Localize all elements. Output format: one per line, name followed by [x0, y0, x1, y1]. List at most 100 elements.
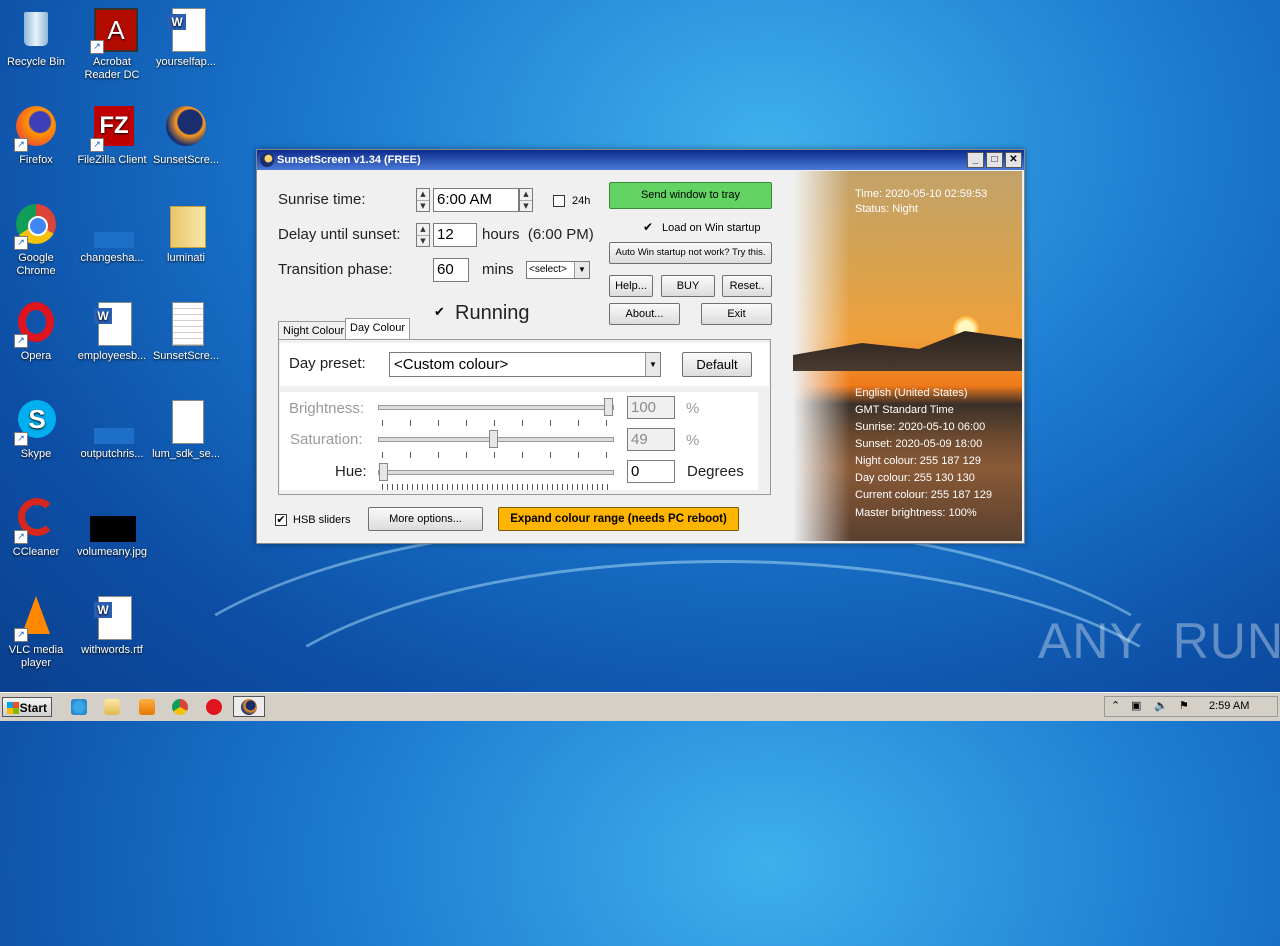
blank-file-icon [90, 400, 134, 444]
image-file-icon [90, 498, 136, 542]
opera-icon[interactable] [206, 699, 222, 715]
desktop-icon-recycle-bin[interactable]: Recycle Bin [0, 8, 74, 69]
desktop-icon-label: volumeany.jpg [76, 546, 148, 558]
desktop-icon-opera[interactable]: ↗ Opera [0, 302, 74, 363]
desktop-icon-sunsetscreen-file[interactable]: SunsetScre... [148, 302, 224, 363]
about-button[interactable]: About... [609, 303, 680, 325]
desktop-icon-outputchris[interactable]: outputchris... [74, 400, 150, 461]
running-label: Running [455, 302, 530, 324]
delay-hours-field[interactable]: 12 [433, 223, 477, 247]
expand-colour-range-button[interactable]: Expand colour range (needs PC reboot) [498, 507, 739, 531]
desktop-icon-label: lum_sdk_se... [152, 448, 220, 460]
blank-file-icon [90, 204, 134, 248]
desktop-icon-firefox[interactable]: ↗ Firefox [0, 106, 74, 167]
desktop-icon-changesha[interactable]: changesha... [74, 204, 150, 265]
saturation-slider-thumb[interactable] [489, 430, 498, 448]
day-preset-label: Day preset: [289, 355, 366, 372]
desktop-icon-skype[interactable]: S ↗ Skype [0, 400, 74, 461]
hue-value-field[interactable]: 0 [627, 460, 675, 483]
reset-button[interactable]: Reset.. [722, 275, 772, 297]
sunrise-hour-spinner[interactable]: ▲ ▼ [416, 188, 430, 212]
desktop-icon-filezilla[interactable]: FZ ↗ FileZilla Client [74, 106, 150, 167]
desktop-icon-chrome[interactable]: ↗ Google Chrome [0, 204, 74, 278]
desktop-icon-luminati[interactable]: luminati [148, 204, 224, 265]
ie-icon[interactable] [71, 699, 87, 715]
hue-label: Hue: [335, 463, 367, 480]
saturation-value-field[interactable]: 49 [627, 428, 675, 451]
text-file-icon [164, 302, 208, 346]
auto-startup-button[interactable]: Auto Win startup not work? Try this. [609, 242, 772, 264]
desktop-icon-label: Google Chrome [16, 252, 56, 277]
sunsetscreen-icon [260, 153, 274, 167]
buy-button[interactable]: BUY [661, 275, 715, 297]
volume-icon[interactable]: 🔈 [1154, 699, 1168, 712]
day-preset-select[interactable]: <Custom colour> ▼ [389, 352, 661, 377]
desktop-icon-word-doc[interactable]: W yourselfap... [148, 8, 224, 69]
media-player-icon[interactable] [139, 699, 155, 715]
desktop-icon-ccleaner[interactable]: ↗ CCleaner [0, 498, 74, 559]
chrome-icon[interactable] [172, 699, 188, 715]
more-options-button[interactable]: More options... [368, 507, 483, 531]
exit-button[interactable]: Exit [701, 303, 772, 325]
sunset-image-panel: Time: 2020-05-10 02:59:53 Status: Night … [793, 171, 1022, 541]
desktop-icon-withwords[interactable]: W withwords.rtf [74, 596, 150, 657]
firefox-icon: ↗ [14, 106, 58, 152]
desktop-icon-volumeany[interactable]: volumeany.jpg [74, 498, 150, 559]
24h-checkbox[interactable] [553, 195, 565, 207]
send-to-tray-button[interactable]: Send window to tray [609, 182, 772, 209]
help-button[interactable]: Help... [609, 275, 653, 297]
clock[interactable]: 2:59 AM [1209, 700, 1249, 712]
anyrun-watermark: ANY RUN [1038, 613, 1280, 669]
sunrise-time-field[interactable]: 6:00 AM [433, 188, 519, 212]
brightness-slider-track[interactable] [378, 405, 614, 410]
hsb-sliders-checkbox[interactable]: ✔ [275, 514, 287, 526]
tray-expand-icon[interactable]: ⌃ [1111, 699, 1120, 712]
explorer-icon[interactable] [104, 699, 120, 715]
start-button[interactable]: Start [2, 697, 52, 717]
word-doc-icon: W [90, 302, 134, 346]
info-timezone: GMT Standard Time [855, 404, 954, 416]
desktop-icon-acrobat[interactable]: A ↗ Acrobat Reader DC [74, 8, 150, 82]
sunrise-minute-spinner[interactable]: ▲ ▼ [519, 188, 533, 212]
desktop-icon-label: employeesb... [77, 350, 147, 362]
window-controls: _ □ ✕ [967, 152, 1022, 168]
brightness-ticks [382, 420, 608, 426]
desktop-icon-label: SunsetScre... [152, 154, 220, 166]
tab-night-colour[interactable]: Night Colour [278, 321, 350, 339]
window-title: SunsetScreen v1.34 (FREE) [277, 154, 421, 166]
desktop-icon-label: Recycle Bin [6, 56, 66, 68]
running-checkmark-icon[interactable]: ✔ [434, 304, 445, 320]
delay-spinner[interactable]: ▲ ▼ [416, 223, 430, 247]
transition-select[interactable]: <select> ▼ [526, 261, 590, 279]
tab-day-colour[interactable]: Day Colour [345, 318, 411, 339]
info-day-colour: Day colour: 255 130 130 [855, 472, 975, 484]
delay-suffix: hours (6:00 PM) [482, 226, 594, 243]
minimize-button[interactable]: _ [967, 152, 984, 168]
sunsetscreen-icon [241, 699, 257, 715]
desktop-icon-sunsetscreen[interactable]: SunsetScre... [148, 106, 224, 167]
flag-icon[interactable]: ⚑ [1179, 699, 1189, 712]
desktop-icon-label: FileZilla Client [77, 154, 147, 166]
maximize-button[interactable]: □ [986, 152, 1003, 168]
desktop-icon-lum-sdk[interactable]: lum_sdk_se... [148, 400, 224, 461]
desktop-icon-label: VLC media player [8, 644, 64, 669]
info-language: English (United States) [855, 387, 968, 399]
info-current-colour: Current colour: 255 187 129 [855, 489, 992, 501]
load-startup-label: Load on Win startup [662, 222, 761, 234]
transition-field[interactable]: 60 [433, 258, 469, 282]
network-icon[interactable]: ▣ [1131, 699, 1141, 712]
close-button[interactable]: ✕ [1005, 152, 1022, 168]
load-startup-checkmark-icon[interactable]: ✔ [643, 220, 653, 234]
saturation-ticks [382, 452, 608, 458]
brightness-slider-thumb[interactable] [604, 398, 613, 416]
info-master-brightness: Master brightness: 100% [855, 507, 977, 519]
default-button[interactable]: Default [682, 352, 752, 377]
hue-slider-track[interactable] [378, 470, 614, 475]
desktop-icon-employees[interactable]: W employeesb... [74, 302, 150, 363]
hue-slider-thumb[interactable] [379, 463, 388, 481]
window-titlebar[interactable]: SunsetScreen v1.34 (FREE) _ □ ✕ [257, 150, 1024, 170]
desktop-icon-vlc[interactable]: ↗ VLC media player [0, 596, 74, 670]
chevron-down-icon: ▼ [645, 353, 660, 376]
taskbar-sunsetscreen-button[interactable] [233, 696, 265, 717]
brightness-value-field[interactable]: 100 [627, 396, 675, 419]
